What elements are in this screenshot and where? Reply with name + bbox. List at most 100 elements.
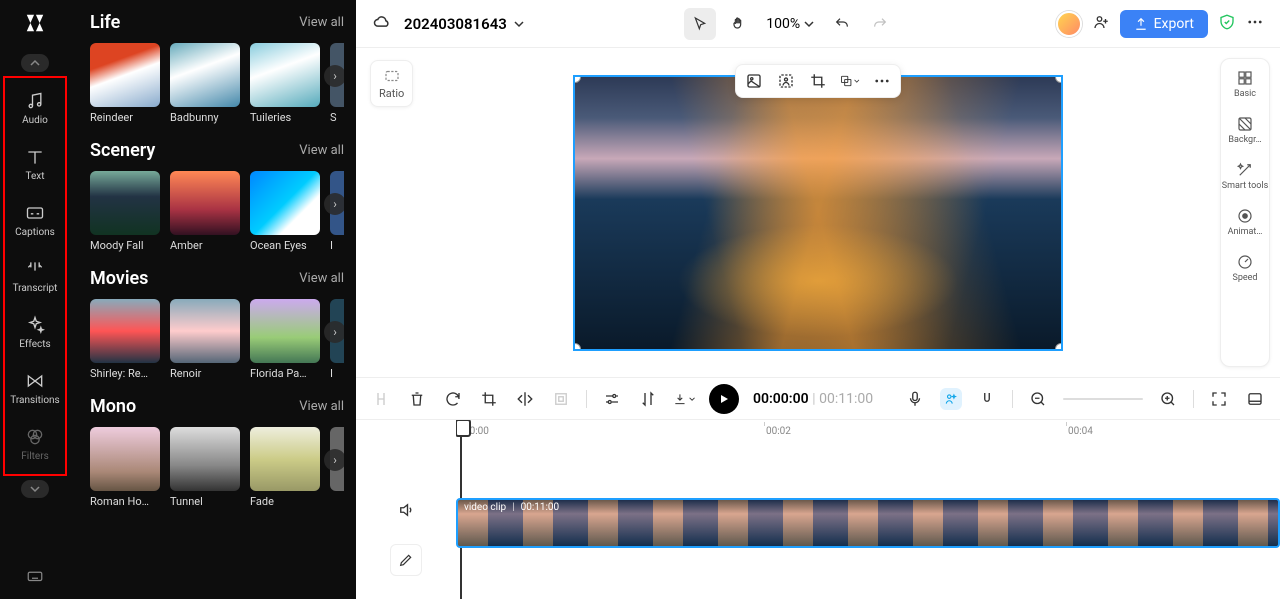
resize-handle[interactable]: [573, 75, 581, 83]
rp-background[interactable]: Backgr…: [1228, 115, 1261, 145]
asset-oceaneyes[interactable]: Ocean Eyes: [250, 171, 320, 252]
timeline-main[interactable]: 00:00 00:02 00:04 video clip|00:11:00: [456, 420, 1280, 599]
ai-button[interactable]: [940, 388, 962, 410]
asset-reindeer[interactable]: Reindeer: [90, 43, 160, 124]
transitions-icon: [25, 371, 45, 391]
magnet-button[interactable]: [976, 388, 998, 410]
video-clip[interactable]: video clip|00:11:00: [456, 498, 1280, 548]
transcript-icon: [25, 259, 45, 279]
row-next-icon[interactable]: ›: [324, 449, 344, 471]
asset-renoir[interactable]: Renoir: [170, 299, 240, 380]
app-logo: [24, 12, 46, 34]
animation-icon: [1236, 207, 1254, 225]
view-all-movies[interactable]: View all: [299, 271, 344, 286]
speed-icon: [1236, 253, 1254, 271]
row-next-icon[interactable]: ›: [324, 193, 344, 215]
rp-speed[interactable]: Speed: [1232, 253, 1257, 283]
asset-moodyfall[interactable]: Moody Fall: [90, 171, 160, 252]
cloud-icon[interactable]: [372, 12, 392, 36]
asset-roman[interactable]: Roman Ho…: [90, 427, 160, 508]
export-button[interactable]: Export: [1120, 10, 1208, 38]
canvas-frame[interactable]: [573, 75, 1063, 351]
delete-button[interactable]: [406, 388, 428, 410]
row-next-icon[interactable]: ›: [324, 321, 344, 343]
undo-button[interactable]: [826, 8, 858, 40]
timeline-tick: 00:02: [766, 426, 791, 437]
clip-duration: 00:11:00: [521, 502, 560, 513]
avatar[interactable]: [1056, 11, 1082, 37]
top-bar: 202403081643 100% Export: [356, 0, 1280, 48]
resize-handle[interactable]: [1055, 343, 1063, 351]
right-panel: Basic Backgr… Smart tools Animat… Speed: [1220, 58, 1270, 367]
music-icon: [25, 91, 45, 111]
nav-captions[interactable]: Captions: [5, 192, 65, 248]
asset-shirley[interactable]: Shirley: Re…: [90, 299, 160, 380]
crop-button[interactable]: [478, 388, 500, 410]
timeline: 00:00 00:02 00:04 video clip|00:11:00: [356, 419, 1280, 599]
zoom-slider[interactable]: [1063, 398, 1143, 400]
asset-amber[interactable]: Amber: [170, 171, 240, 252]
adjust-button[interactable]: [601, 388, 623, 410]
nav-transcript[interactable]: Transcript: [5, 248, 65, 304]
nav-audio[interactable]: Audio: [5, 80, 65, 136]
asset-tuileries[interactable]: Tuileries: [250, 43, 320, 124]
replace-icon[interactable]: [744, 71, 764, 91]
mute-track-button[interactable]: [390, 494, 422, 526]
rotate-button[interactable]: [442, 388, 464, 410]
project-name[interactable]: 202403081643: [404, 15, 525, 33]
resize-handle[interactable]: [573, 343, 581, 351]
grid-icon: [1236, 69, 1254, 87]
view-all-scenery[interactable]: View all: [299, 143, 344, 158]
nav-filters[interactable]: Filters: [5, 416, 65, 472]
mirror-button[interactable]: [514, 388, 536, 410]
chevron-down-icon: [513, 18, 525, 30]
freeze-button[interactable]: [550, 388, 572, 410]
zoom-in-button[interactable]: [1157, 388, 1179, 410]
fullscreen-button[interactable]: [1208, 388, 1230, 410]
hand-tool[interactable]: [722, 8, 754, 40]
rp-animation[interactable]: Animat…: [1228, 207, 1263, 237]
asset-fade[interactable]: Fade: [250, 427, 320, 508]
captions-icon: [25, 203, 45, 223]
background-icon: [1236, 115, 1254, 133]
view-all-mono[interactable]: View all: [299, 399, 344, 414]
nav-effects[interactable]: Effects: [5, 304, 65, 360]
section-title-life: Life: [90, 12, 120, 33]
keyboard-icon[interactable]: [26, 567, 44, 589]
shield-icon[interactable]: [1218, 13, 1236, 35]
row-next-icon[interactable]: ›: [324, 65, 344, 87]
mic-button[interactable]: [904, 388, 926, 410]
asset-badbunny[interactable]: Badbunny: [170, 43, 240, 124]
rp-smarttools[interactable]: Smart tools: [1222, 161, 1269, 191]
split-button[interactable]: [370, 388, 392, 410]
crop-icon[interactable]: [808, 71, 828, 91]
zoom-out-button[interactable]: [1027, 388, 1049, 410]
download-button[interactable]: [673, 388, 695, 410]
edit-track-button[interactable]: [390, 544, 422, 576]
invite-icon[interactable]: [1092, 13, 1110, 35]
more-icon[interactable]: [1246, 13, 1264, 35]
resize-handle[interactable]: [1055, 75, 1063, 83]
nav-label: Filters: [21, 451, 49, 462]
section-title-mono: Mono: [90, 396, 136, 417]
panel-button[interactable]: [1244, 388, 1266, 410]
timeline-tick: 00:04: [1068, 426, 1093, 437]
nav-transitions[interactable]: Transitions: [5, 360, 65, 416]
nav-text[interactable]: Text: [5, 136, 65, 192]
zoom-level[interactable]: 100%: [766, 16, 814, 32]
asset-florida[interactable]: Florida Pa…: [250, 299, 320, 380]
pointer-tool[interactable]: [684, 8, 716, 40]
rp-basic[interactable]: Basic: [1234, 69, 1256, 99]
nav-scroll-down[interactable]: [21, 480, 49, 498]
view-all-life[interactable]: View all: [299, 15, 344, 30]
order-button[interactable]: [637, 388, 659, 410]
ratio-button[interactable]: Ratio: [370, 60, 413, 107]
redo-button[interactable]: [864, 8, 896, 40]
more-icon[interactable]: [872, 71, 892, 91]
layers-icon[interactable]: [840, 71, 860, 91]
asset-tunnel[interactable]: Tunnel: [170, 427, 240, 508]
play-button[interactable]: [709, 384, 739, 414]
sparkle-icon: [25, 315, 45, 335]
nav-scroll-up[interactable]: [21, 54, 49, 72]
cutout-icon[interactable]: [776, 71, 796, 91]
